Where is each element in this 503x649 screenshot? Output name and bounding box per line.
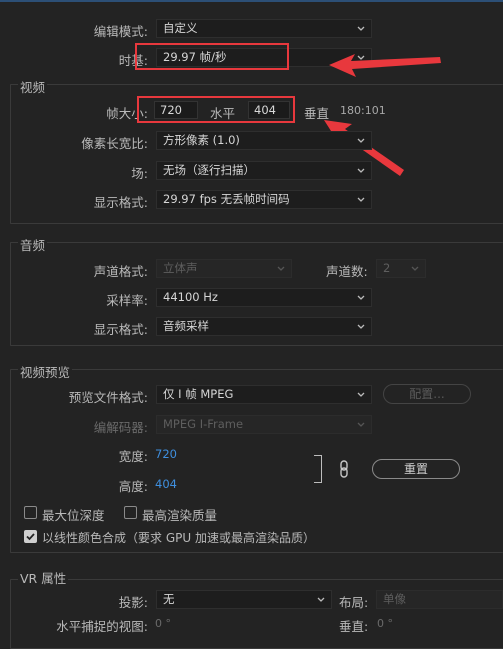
codec-label: 编解码器:	[93, 420, 148, 435]
channel-format-label: 声道格式:	[93, 264, 148, 279]
max-depth-checkbox[interactable]	[24, 506, 37, 519]
preview-width-label: 宽度:	[118, 449, 148, 464]
field-dropdown[interactable]: 无场（逐行扫描）	[156, 161, 372, 180]
codec-dropdown[interactable]: MPEG I-Frame	[156, 415, 372, 434]
audio-display-format-value: 音频采样	[163, 319, 209, 333]
max-quality-checkbox[interactable]	[124, 506, 137, 519]
v-fov-label: 垂直:	[339, 619, 369, 634]
projection-dropdown[interactable]: 无	[156, 590, 332, 609]
sample-rate-dropdown[interactable]: 44100 Hz	[156, 288, 372, 307]
preview-file-format-value: 仅 I 帧 MPEG	[163, 387, 234, 401]
red-arrow-timebase-icon	[329, 54, 441, 77]
preview-height-value[interactable]: 404	[155, 477, 177, 491]
edit-mode-dropdown[interactable]: 自定义	[156, 19, 372, 38]
pixel-aspect-dropdown[interactable]: 方形像素 (1.0)	[156, 131, 372, 150]
vr-section-title: VR 属性	[18, 568, 69, 587]
channel-count-value: 2	[383, 261, 391, 275]
chevron-down-icon	[357, 295, 365, 300]
h-fov-value[interactable]: 0 °	[155, 617, 171, 630]
codec-value: MPEG I-Frame	[163, 417, 244, 431]
chain-link-icon[interactable]	[338, 459, 350, 479]
projection-value: 无	[163, 592, 175, 606]
chevron-down-icon	[357, 26, 365, 31]
frame-size-highlight-box	[137, 96, 295, 123]
channel-count-label: 声道数:	[326, 264, 368, 279]
chevron-down-icon	[277, 266, 285, 271]
channel-count-dropdown[interactable]: 2	[376, 259, 426, 278]
layout-value: 单像	[383, 592, 406, 606]
projection-label: 投影:	[118, 595, 148, 610]
linear-color-label: 以线性颜色合成（要求 GPU 加速或最高渲染品质）	[42, 531, 315, 545]
chevron-down-icon	[357, 168, 365, 173]
preview-file-format-dropdown[interactable]: 仅 I 帧 MPEG	[156, 385, 372, 404]
window-top-edge	[0, 0, 503, 2]
layout-dropdown[interactable]: 单像	[376, 590, 503, 609]
video-section-title: 视频	[18, 77, 48, 96]
chevron-down-icon	[411, 266, 419, 271]
chevron-down-icon	[357, 392, 365, 397]
v-fov-value[interactable]: 0 °	[377, 617, 393, 630]
audio-display-format-label: 显示格式:	[93, 322, 148, 337]
channel-format-dropdown[interactable]: 立体声	[156, 259, 292, 278]
edit-mode-value: 自定义	[163, 21, 198, 35]
channel-format-value: 立体声	[163, 261, 198, 275]
audio-display-format-dropdown[interactable]: 音频采样	[156, 317, 372, 336]
chevron-down-icon	[357, 197, 365, 202]
h-fov-label: 水平捕捉的视图:	[56, 619, 148, 634]
field-value: 无场（逐行扫描）	[163, 163, 255, 177]
sample-rate-value: 44100 Hz	[163, 290, 218, 304]
field-label: 场:	[131, 166, 148, 181]
video-display-format-value: 29.97 fps 无丢帧时间码	[163, 192, 290, 206]
sample-rate-label: 采样率:	[106, 293, 148, 308]
config-button[interactable]: 配置...	[383, 384, 471, 404]
preview-section-title: 视频预览	[18, 362, 73, 381]
chevron-down-icon	[357, 422, 365, 427]
preview-height-label: 高度:	[118, 479, 148, 494]
link-bracket	[314, 455, 322, 483]
reset-button[interactable]: 重置	[372, 459, 460, 479]
linear-color-checkbox[interactable]	[24, 530, 37, 543]
timebase-highlight-box	[135, 43, 289, 70]
chevron-down-icon	[357, 324, 365, 329]
audio-section-title: 音频	[18, 235, 48, 254]
preview-width-value[interactable]: 720	[155, 447, 177, 461]
video-display-format-label: 显示格式:	[93, 195, 148, 210]
edit-mode-label: 编辑模式:	[93, 24, 148, 39]
video-display-format-dropdown[interactable]: 29.97 fps 无丢帧时间码	[156, 190, 372, 209]
layout-label: 布局:	[339, 595, 369, 610]
max-depth-label: 最大位深度	[42, 508, 105, 523]
checkmark-icon	[26, 533, 35, 541]
max-quality-label: 最高渲染质量	[142, 508, 218, 523]
frame-size-label: 帧大小:	[106, 106, 148, 121]
pixel-aspect-label: 像素长宽比:	[81, 136, 148, 151]
chevron-down-icon	[357, 138, 365, 143]
pixel-aspect-value: 方形像素 (1.0)	[163, 133, 240, 147]
preview-file-format-label: 预览文件格式:	[68, 390, 148, 405]
chevron-down-icon	[317, 597, 325, 602]
